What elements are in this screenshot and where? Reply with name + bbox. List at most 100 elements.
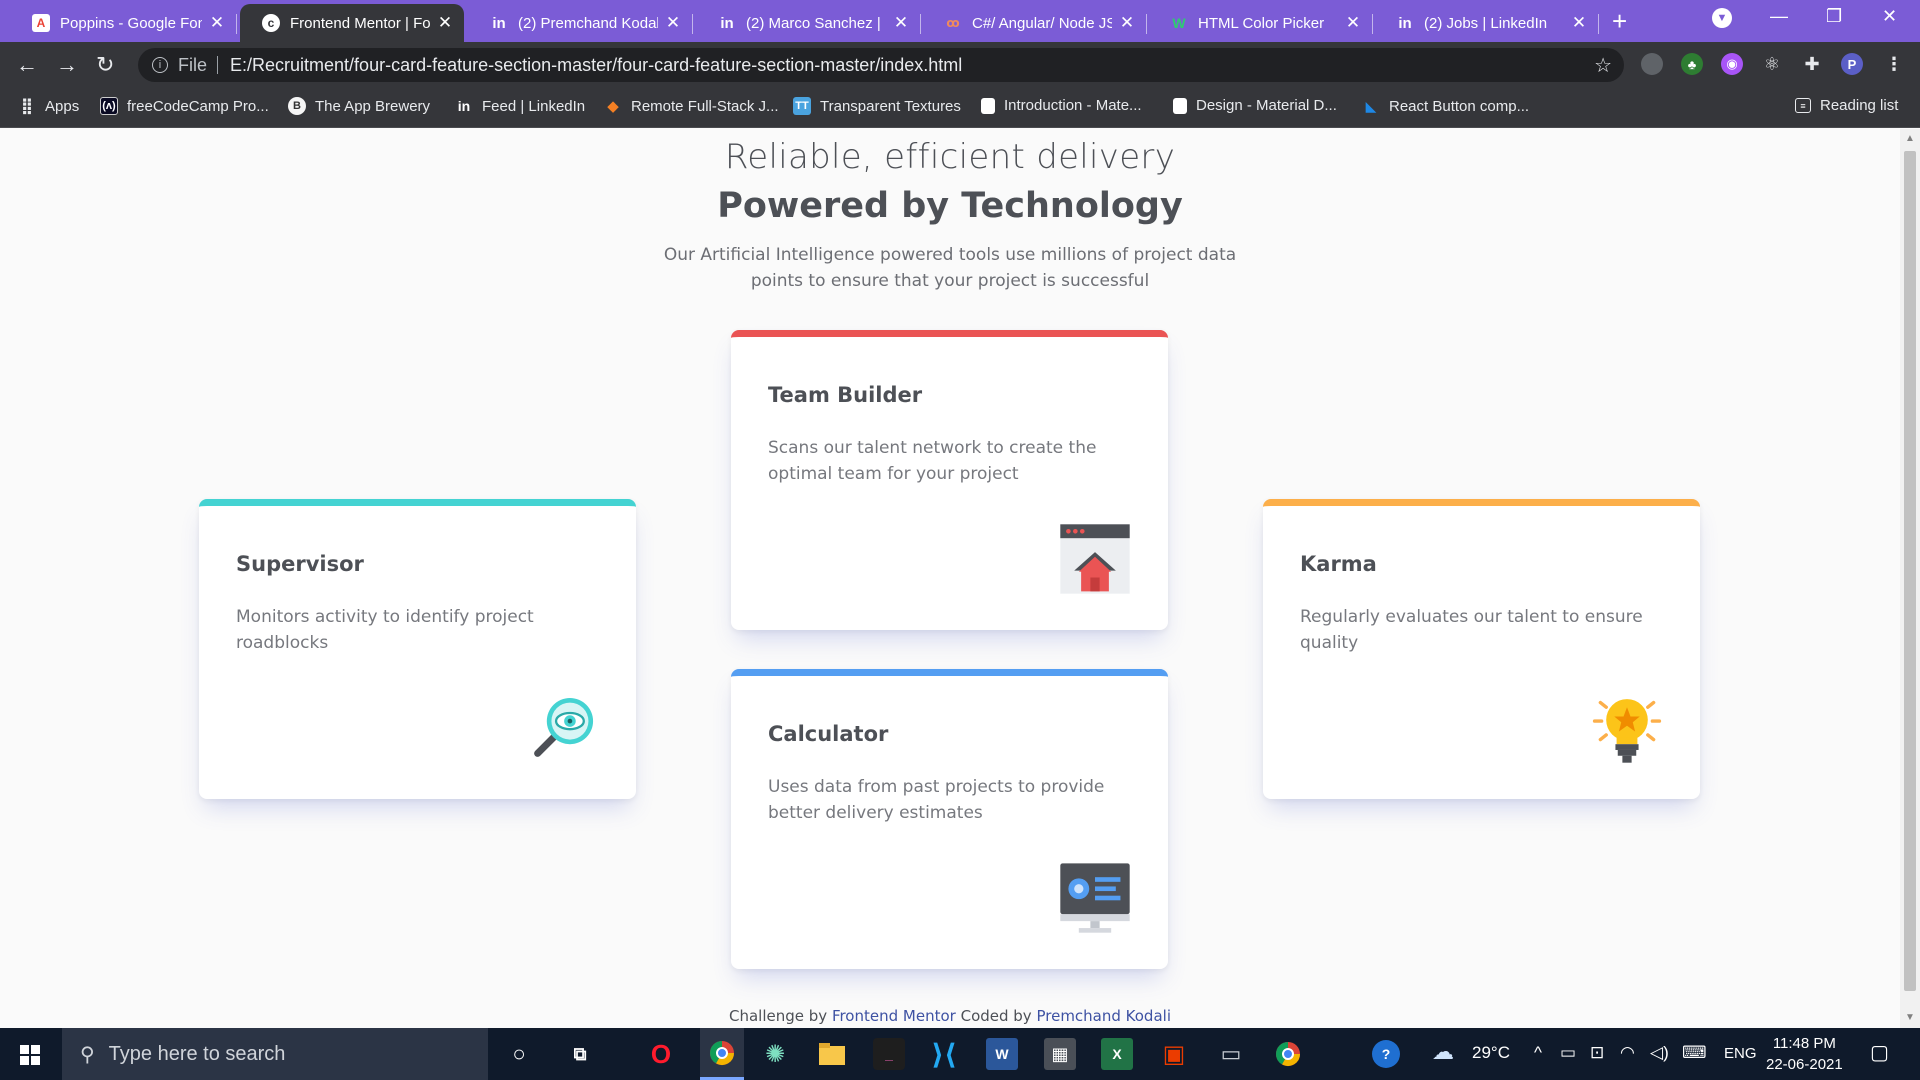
forward-icon[interactable]: → [56,52,78,78]
address-bar[interactable]: i File E:/Recruitment/four-card-feature-… [138,48,1624,82]
windows-start-icon[interactable] [20,1045,40,1065]
bookmark-label: Remote Full-Stack J... [631,97,779,115]
close-tab-icon[interactable]: ✕ [1118,13,1136,33]
bookmark-linkedin-feed[interactable]: in Feed | LinkedIn [455,97,585,115]
tab-search-icon[interactable]: ▼ [1712,8,1732,28]
url-text[interactable]: E:/Recruitment/four-card-feature-section… [230,55,962,76]
notifications-icon[interactable]: ▢ [1870,1040,1889,1065]
bookmark-label: Feed | LinkedIn [482,97,586,115]
textures-icon: TT [793,97,811,115]
new-tab-button[interactable]: + [1612,6,1627,37]
weather-cloud-icon[interactable]: ☁ [1432,1039,1454,1065]
tab-linkedin-jobs[interactable]: in (2) Jobs | LinkedIn ✕ [1374,4,1599,42]
w3schools-icon: W [1172,15,1186,31]
taskbar-search[interactable]: ⚲ Type here to search [62,1028,488,1080]
tab-marco-linkedin[interactable]: in (2) Marco Sanchez | Li ✕ [696,4,921,42]
file-explorer-icon[interactable] [816,1038,848,1070]
battery-icon[interactable]: ▭ [1560,1043,1576,1063]
scroll-down-icon[interactable]: ▼ [1905,1012,1915,1023]
reading-list-icon: ≡ [1795,98,1811,113]
card-text: Uses data from past projects to provide … [768,777,1105,823]
apps-grid-icon: ⣿ [20,98,34,115]
search-icon: ⚲ [80,1043,95,1066]
bookmark-label: React Button comp... [1389,97,1530,115]
calculator-app-icon[interactable]: ▦ [1044,1038,1076,1070]
bookmark-react-button[interactable]: ◣ React Button comp... [1362,97,1529,115]
card-title: Supervisor [236,552,364,576]
linkedin-icon: in [457,98,471,114]
linkedin-icon: in [1398,14,1412,32]
help-icon[interactable]: ? [1372,1040,1400,1068]
browser-menu-icon[interactable]: ⋮ [1883,53,1905,75]
bookmark-app-brewery[interactable]: B The App Brewery [288,97,430,115]
terminal-icon[interactable]: _ [873,1038,905,1070]
close-window-icon[interactable]: ✕ [1882,6,1897,27]
team-builder-icon [1060,524,1130,594]
scroll-up-icon[interactable]: ▲ [1905,133,1915,144]
tab-premchand-linkedin[interactable]: in (2) Premchand Kodali ✕ [468,4,693,42]
bookmark-freecodecamp[interactable]: (ʌ) freeCodeCamp Pro... [100,97,269,115]
windows-taskbar: ⚲ Type here to search ○ ⧉ O ✺ _ ⟩⟨ W ▦ X… [0,1028,1920,1080]
opera-icon[interactable]: O [645,1038,677,1070]
job-site-icon: ꝏ [946,16,960,30]
weather-temperature[interactable]: 29°C [1472,1043,1510,1063]
close-tab-icon[interactable]: ✕ [1570,13,1588,33]
search-placeholder: Type here to search [108,1042,286,1065]
close-tab-icon[interactable]: ✕ [892,13,910,33]
close-tab-icon[interactable]: ✕ [1344,13,1362,33]
bookmark-star-icon[interactable]: ☆ [1594,53,1612,78]
extension-icon[interactable] [1641,53,1663,75]
tree-extension-icon[interactable]: ♣ [1681,53,1703,75]
scrollbar-thumb[interactable] [1904,151,1916,991]
tab-frontend-mentor[interactable]: c Frontend Mentor | Four ✕ [240,4,464,42]
tab-google-fonts[interactable]: A Poppins - Google Fonts ✕ [10,4,237,42]
cortana-icon[interactable]: ○ [503,1038,535,1070]
office-icon[interactable]: ▣ [1158,1038,1190,1070]
close-tab-icon[interactable]: ✕ [436,13,454,33]
close-tab-icon[interactable]: ✕ [208,13,226,33]
bookmark-apps[interactable]: ⣿ Apps [18,97,80,116]
card-text: Regularly evaluates our talent to ensure… [1300,607,1643,653]
meet-now-icon[interactable]: ⊡ [1590,1043,1604,1063]
frontend-mentor-link[interactable]: Frontend Mentor [832,1007,956,1025]
bookmark-label: Apps [45,97,80,115]
volume-icon[interactable]: ◁) [1650,1043,1669,1063]
tab-title: (2) Premchand Kodali [518,14,658,32]
restore-icon[interactable]: ❐ [1826,6,1842,27]
reading-list-button[interactable]: ≡ Reading list [1795,97,1898,114]
chrome-second-icon[interactable] [1272,1038,1304,1070]
colorzilla-extension-icon[interactable]: ◉ [1721,53,1743,75]
excel-icon[interactable]: X [1101,1038,1133,1070]
bookmark-material-intro[interactable]: Introduction - Mate... [981,97,1142,114]
extensions-puzzle-icon[interactable]: ✚ [1801,53,1823,75]
system-clock[interactable]: 11:48 PM 22-06-2021 [1766,1033,1843,1075]
word-icon[interactable]: W [986,1038,1018,1070]
site-info-icon[interactable]: i [152,57,168,73]
back-icon[interactable]: ← [16,52,38,78]
tab-color-picker[interactable]: W HTML Color Picker ✕ [1148,4,1373,42]
wifi-icon[interactable]: ◠ [1620,1043,1635,1063]
chrome-taskbar-button[interactable] [700,1028,744,1080]
chatgpt-icon[interactable]: ✺ [759,1038,791,1070]
stack-icon: ◆ [607,98,619,115]
close-tab-icon[interactable]: ✕ [664,13,682,33]
tab-job-posting[interactable]: ꝏ C#/ Angular/ Node JS ✕ [922,4,1147,42]
profile-avatar[interactable]: P [1841,53,1863,75]
tray-expand-icon[interactable]: ^ [1534,1043,1542,1063]
clock-date: 22-06-2021 [1766,1056,1843,1073]
language-indicator[interactable]: ENG [1724,1045,1757,1062]
card-karma: Karma Regularly evaluates our talent to … [1263,499,1700,799]
page-scrollbar[interactable]: ▲ ▼ [1900,129,1920,1028]
bookmark-transparent-textures[interactable]: TT Transparent Textures [793,97,961,115]
tab-title: C#/ Angular/ Node JS [972,14,1112,32]
remote-desktop-icon[interactable]: ▭ [1215,1038,1247,1070]
bookmark-remote-fullstack[interactable]: ◆ Remote Full-Stack J... [604,97,779,116]
minimize-icon[interactable]: — [1770,6,1788,27]
author-link[interactable]: Premchand Kodali [1036,1007,1171,1025]
vscode-icon[interactable]: ⟩⟨ [928,1038,960,1070]
task-view-icon[interactable]: ⧉ [564,1038,596,1070]
reload-icon[interactable]: ↻ [96,52,114,78]
keyboard-icon[interactable]: ⌨ [1682,1043,1707,1063]
react-devtools-icon[interactable]: ⚛ [1761,53,1783,75]
bookmark-material-design[interactable]: Design - Material D... [1173,97,1337,114]
